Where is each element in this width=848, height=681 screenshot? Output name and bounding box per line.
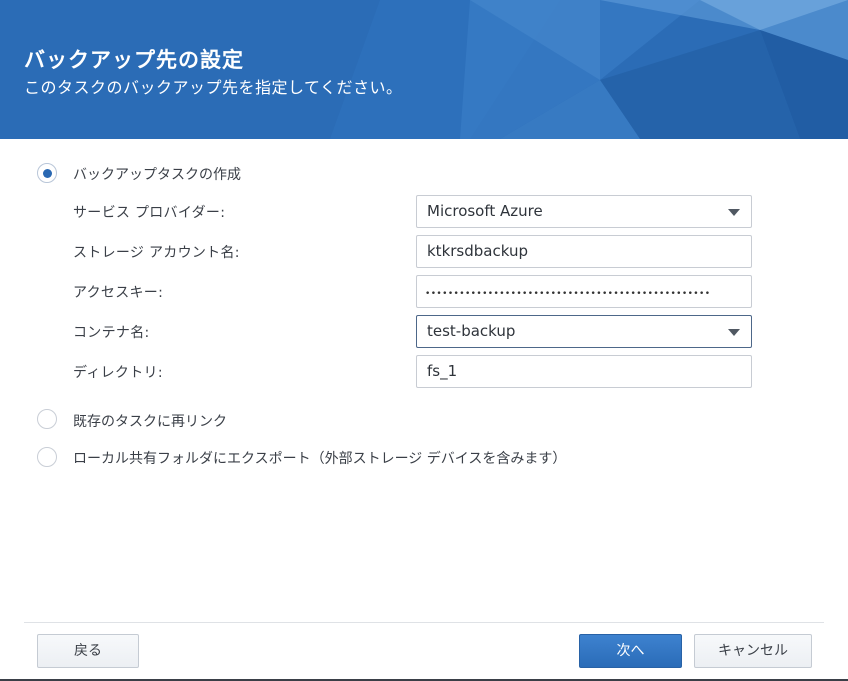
radio-export-local-label[interactable]: ローカル共有フォルダにエクスポート（外部ストレージ デバイスを含みます） [73, 448, 566, 468]
chevron-down-icon [728, 209, 740, 216]
access-key-value: ••••••••••••••••••••••••••••••••••••••••… [425, 289, 711, 299]
footer-divider [24, 622, 824, 623]
wizard-header: バックアップ先の設定 このタスクのバックアップ先を指定してください。 [0, 0, 848, 139]
access-key-input[interactable]: ••••••••••••••••••••••••••••••••••••••••… [416, 275, 752, 308]
chevron-down-icon [728, 329, 740, 336]
page-subtitle: このタスクのバックアップ先を指定してください。 [24, 78, 403, 97]
container-select[interactable]: test-backup [416, 315, 752, 348]
radio-create-task[interactable] [37, 163, 57, 183]
provider-value: Microsoft Azure [427, 202, 543, 220]
provider-label: サービス プロバイダー: [73, 205, 226, 221]
cancel-button[interactable]: キャンセル [694, 634, 812, 668]
directory-input[interactable]: fs_1 [416, 355, 752, 388]
page-title: バックアップ先の設定 [24, 48, 244, 72]
radio-export-local[interactable] [37, 447, 57, 467]
account-input[interactable]: ktkrsdbackup [416, 235, 752, 268]
radio-create-task-label[interactable]: バックアップタスクの作成 [73, 164, 241, 184]
container-label: コンテナ名: [73, 325, 150, 341]
container-value: test-backup [427, 322, 516, 340]
account-value: ktkrsdbackup [427, 242, 528, 260]
account-label: ストレージ アカウント名: [73, 245, 240, 261]
back-button[interactable]: 戻る [37, 634, 139, 668]
key-label: アクセスキー: [73, 285, 164, 301]
next-button[interactable]: 次へ [579, 634, 682, 668]
directory-label: ディレクトリ: [73, 365, 163, 381]
radio-relink-task-label[interactable]: 既存のタスクに再リンク [73, 411, 227, 431]
radio-relink-task[interactable] [37, 409, 57, 429]
directory-value: fs_1 [427, 362, 458, 380]
provider-select[interactable]: Microsoft Azure [416, 195, 752, 228]
